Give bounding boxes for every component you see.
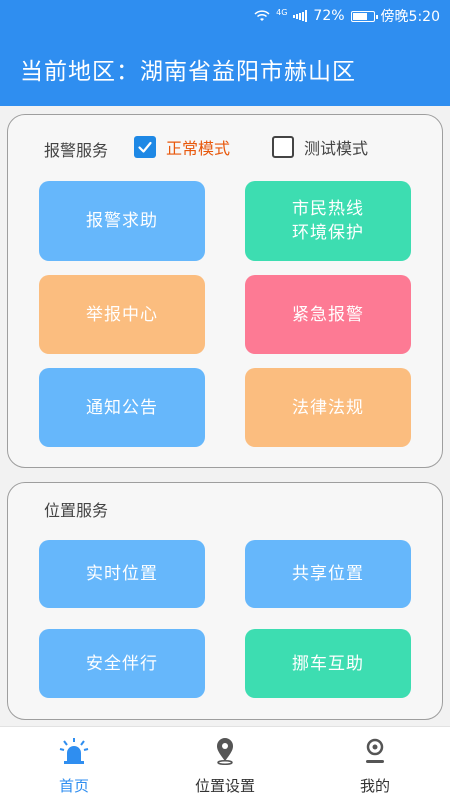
law-label: 法律法规 — [292, 397, 364, 418]
report-center-label: 举报中心 — [86, 304, 158, 325]
nav-location-settings[interactable]: 位置设置 — [180, 727, 270, 800]
mode-test-label: 测试模式 — [304, 139, 369, 158]
bottom-nav: 首页 位置设置 我的 — [0, 726, 450, 800]
user-icon — [364, 737, 386, 769]
nav-home[interactable]: 首页 — [42, 727, 106, 800]
region-header: 当前地区：湖南省益阳市赫山区 — [0, 32, 450, 106]
alarm-help-button[interactable]: 报警求助 — [39, 181, 205, 261]
battery-icon — [350, 10, 378, 22]
realtime-location-label: 实时位置 — [86, 564, 158, 584]
emergency-alarm-button[interactable]: 紧急报警 — [245, 275, 411, 354]
emergency-alarm-label: 紧急报警 — [292, 304, 364, 325]
move-car-button[interactable]: 挪车互助 — [245, 629, 411, 698]
notice-label: 通知公告 — [86, 397, 158, 418]
report-center-button[interactable]: 举报中心 — [39, 275, 205, 354]
mode-normal-option[interactable]: 正常模式 — [134, 135, 230, 159]
nav-home-label: 首页 — [58, 777, 89, 795]
location-section-title: 位置服务 — [44, 501, 109, 520]
safe-companion-label: 安全伴行 — [86, 653, 158, 674]
location-service-card: 位置服务 实时位置 共享位置 安全伴行 挪车互助 — [7, 482, 443, 720]
hotline-env-button[interactable]: 市民热线 环境保护 — [245, 181, 411, 261]
alarm-help-label: 报警求助 — [86, 211, 158, 231]
location-pin-icon — [214, 737, 236, 769]
signal-icon — [293, 10, 308, 22]
battery-percent: 72% — [313, 8, 345, 24]
checkbox-unchecked-icon[interactable] — [272, 136, 294, 158]
network-type: 4G — [276, 8, 288, 17]
mode-normal-label: 正常模式 — [166, 139, 231, 158]
page-title: 当前地区：湖南省益阳市赫山区 — [20, 59, 356, 85]
alarm-service-card: 报警服务 正常模式 测试模式 报警求助 市民热线 环境保护 举报中心 紧急报警 … — [7, 114, 443, 468]
nav-location-settings-label: 位置设置 — [194, 777, 255, 795]
checkbox-checked-icon[interactable] — [134, 136, 156, 158]
wifi-icon — [254, 10, 270, 22]
share-location-button[interactable]: 共享位置 — [245, 540, 411, 608]
mode-test-option[interactable]: 测试模式 — [272, 135, 368, 159]
env-protect-label: 环境保护 — [292, 223, 364, 243]
nav-mine-label: 我的 — [359, 777, 390, 795]
alarm-section-title: 报警服务 — [44, 141, 109, 160]
hotline-label: 市民热线 — [292, 199, 364, 219]
siren-icon — [59, 737, 89, 769]
share-location-label: 共享位置 — [292, 564, 364, 584]
clock: 傍晚5:20 — [380, 9, 440, 25]
notice-button[interactable]: 通知公告 — [39, 368, 205, 447]
safe-companion-button[interactable]: 安全伴行 — [39, 629, 205, 698]
move-car-label: 挪车互助 — [292, 653, 364, 674]
status-bar: 4G 72% 傍晚5:20 — [0, 0, 450, 32]
law-button[interactable]: 法律法规 — [245, 368, 411, 447]
nav-mine[interactable]: 我的 — [345, 727, 405, 800]
realtime-location-button[interactable]: 实时位置 — [39, 540, 205, 608]
